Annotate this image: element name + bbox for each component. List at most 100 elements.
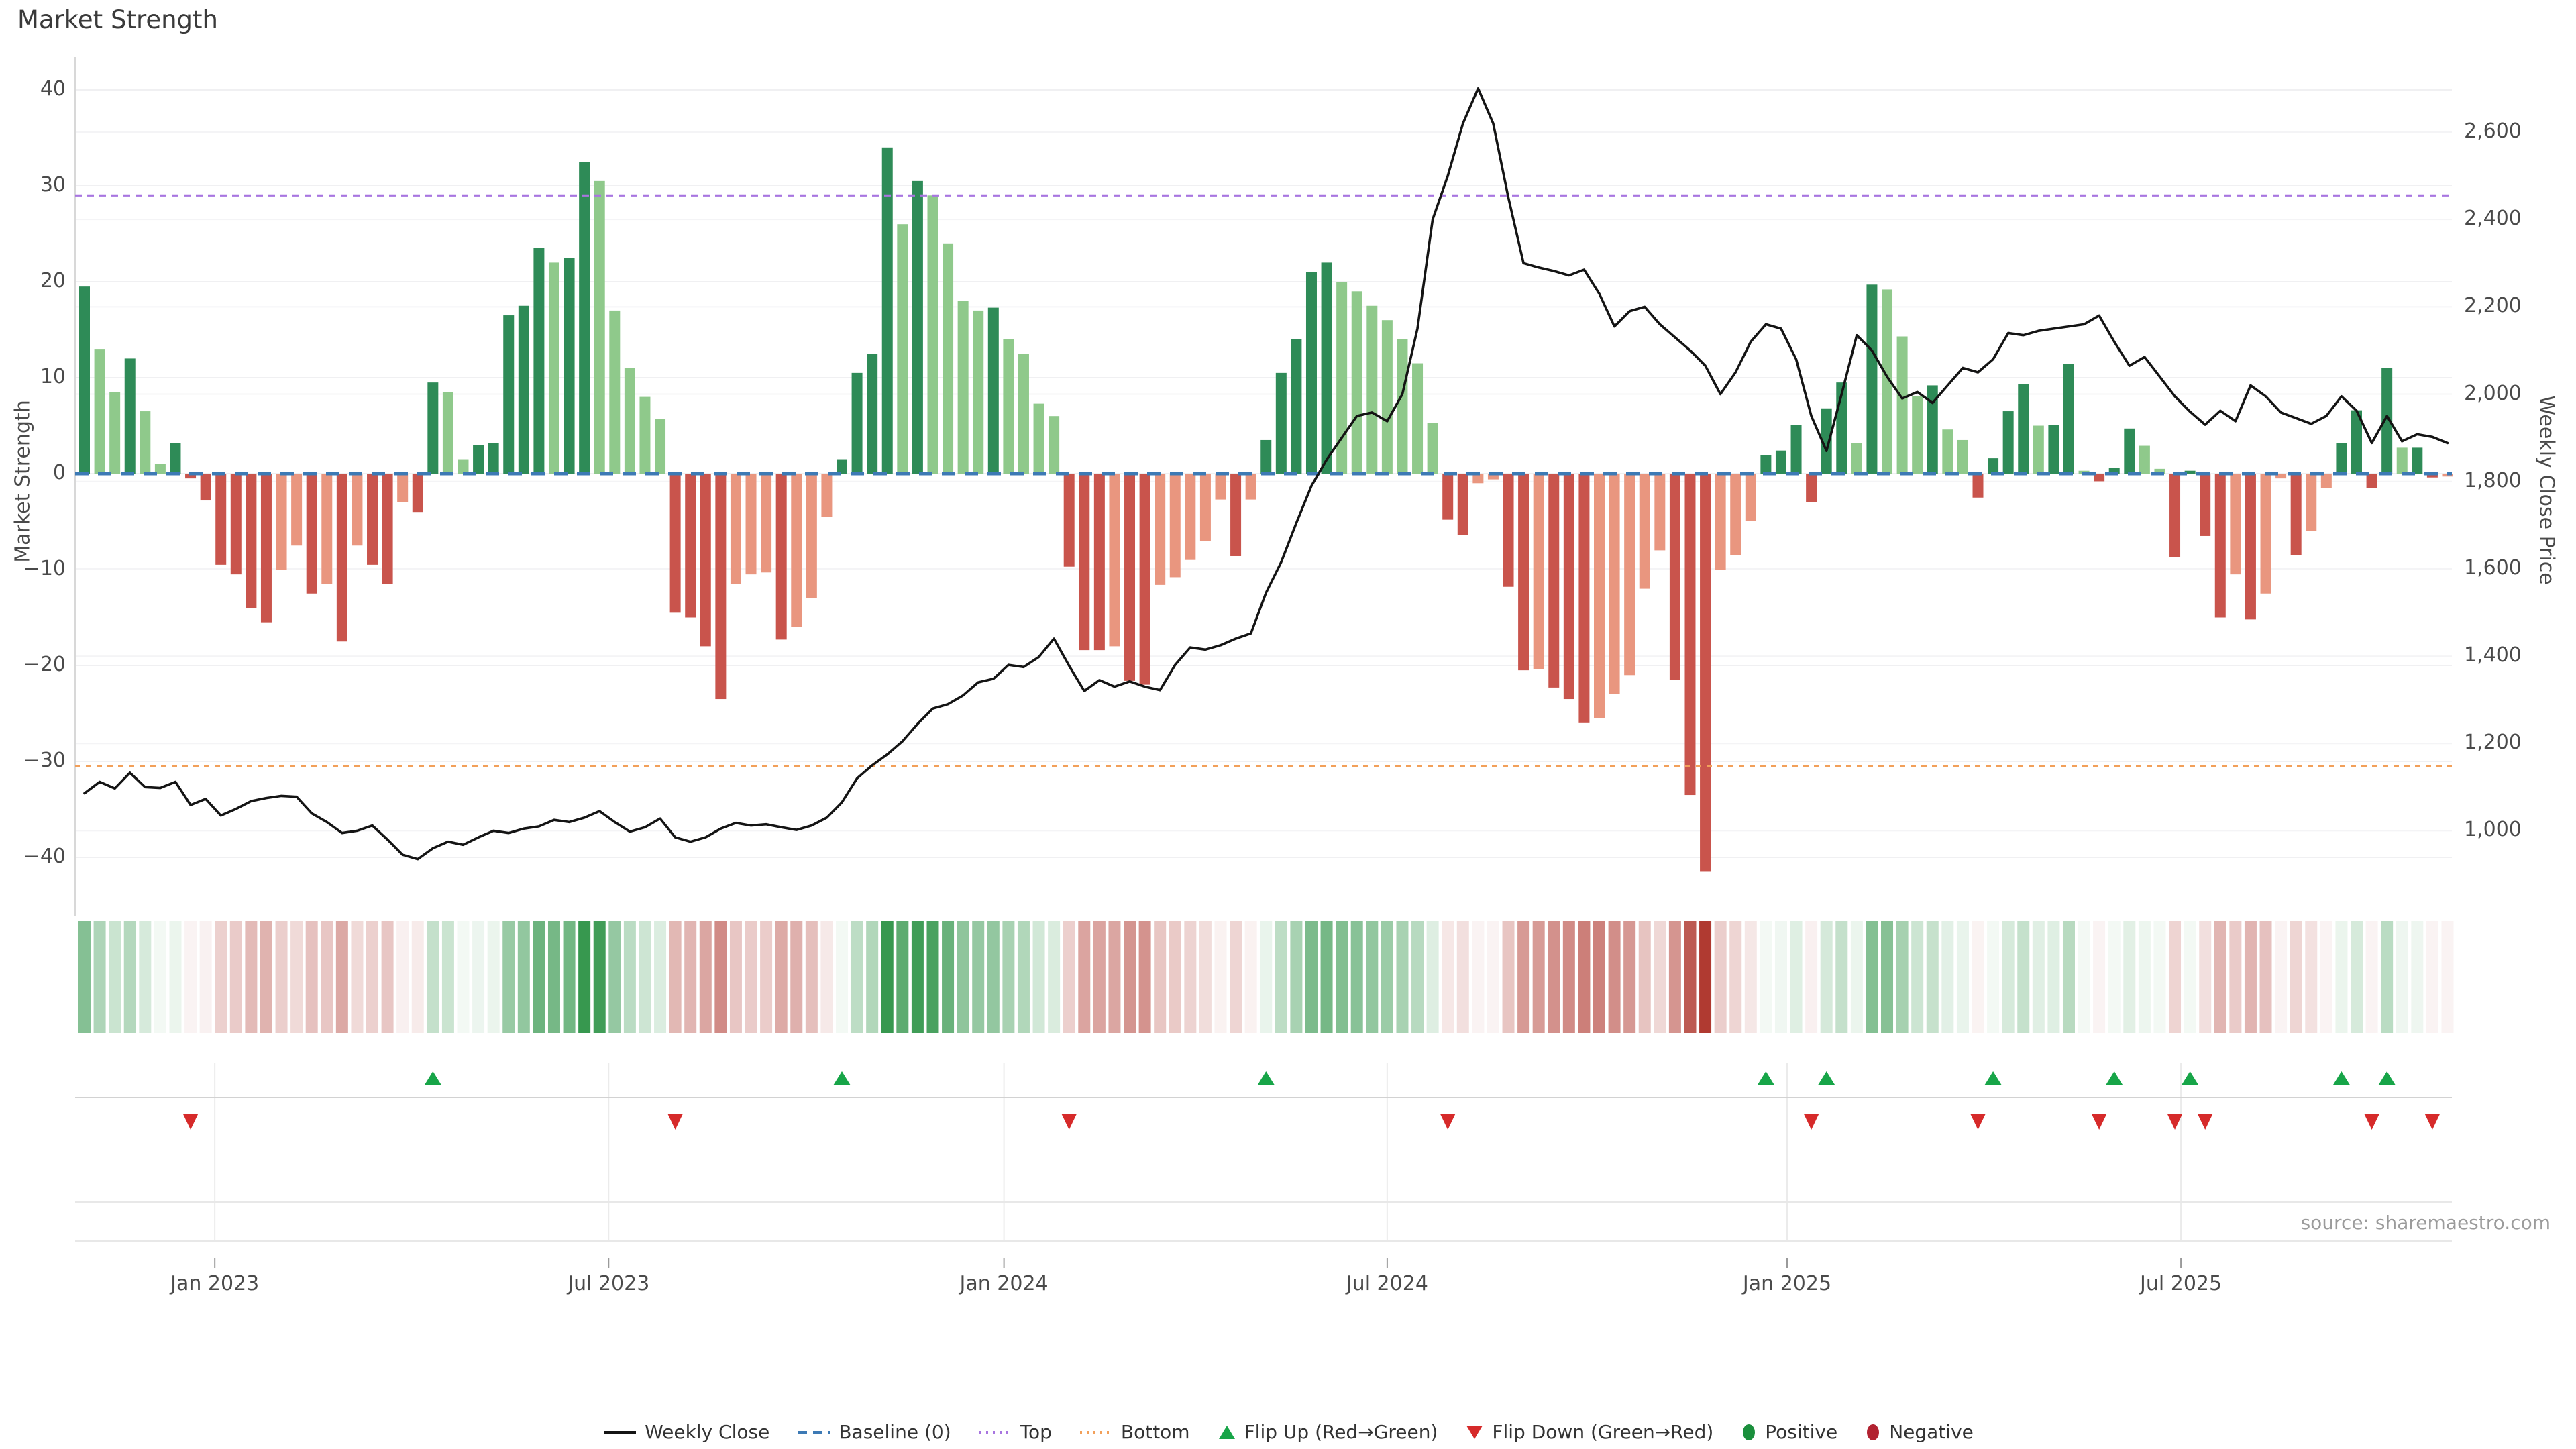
heatmap-cell bbox=[1896, 921, 1909, 1033]
legend-item: Weekly Close bbox=[602, 1421, 769, 1443]
strength-bar bbox=[533, 248, 544, 474]
strength-bar bbox=[95, 349, 105, 474]
strength-bar bbox=[367, 474, 378, 565]
heatmap-cell bbox=[2153, 921, 2165, 1033]
heatmap-cell bbox=[1639, 921, 1651, 1033]
flip-up-marker bbox=[1818, 1071, 1835, 1085]
heatmap-cell bbox=[730, 921, 742, 1033]
strength-bar bbox=[639, 397, 650, 474]
heatmap-cell bbox=[608, 921, 621, 1033]
strength-axis-tick-label: −10 bbox=[5, 557, 66, 580]
heatmap-cell bbox=[366, 921, 378, 1033]
heatmap-cell bbox=[472, 921, 484, 1033]
heatmap-cell bbox=[1775, 921, 1787, 1033]
heatmap-cell bbox=[1124, 921, 1136, 1033]
heatmap-cell bbox=[972, 921, 984, 1033]
heatmap-cell bbox=[1517, 921, 1529, 1033]
strength-bar bbox=[215, 474, 226, 565]
legend-item-label: Flip Up (Red→Green) bbox=[1244, 1421, 1438, 1443]
heatmap-cell bbox=[533, 921, 545, 1033]
heatmap-cell bbox=[1927, 921, 1939, 1033]
strength-bar bbox=[382, 474, 393, 584]
legend-item-label: Baseline (0) bbox=[839, 1421, 951, 1443]
heatmap-cell bbox=[1472, 921, 1484, 1033]
heatmap-cell bbox=[1366, 921, 1378, 1033]
strength-bar bbox=[1518, 474, 1529, 670]
heatmap-cell bbox=[594, 921, 606, 1033]
legend-item-label: Negative bbox=[1889, 1421, 1974, 1443]
strength-bar bbox=[1140, 474, 1150, 685]
heatmap-cell bbox=[1745, 921, 1757, 1033]
heatmap-cell bbox=[1790, 921, 1803, 1033]
legend-item-label: Bottom bbox=[1121, 1421, 1190, 1443]
strength-bar bbox=[1912, 396, 1923, 474]
heatmap-cell bbox=[700, 921, 712, 1033]
source-attribution: source: sharemaestro.com bbox=[2301, 1212, 2551, 1234]
strength-bar bbox=[2336, 443, 2347, 474]
legend-item: Baseline (0) bbox=[796, 1421, 951, 1443]
strength-bar bbox=[1578, 474, 1589, 723]
strength-bar bbox=[2245, 474, 2256, 619]
strength-bar bbox=[700, 474, 711, 646]
heatmap-cell bbox=[926, 921, 938, 1033]
heatmap-cell bbox=[2184, 921, 2196, 1033]
strength-bar bbox=[2200, 474, 2210, 536]
strength-bar bbox=[2169, 474, 2180, 557]
heatmap-cell bbox=[806, 921, 818, 1033]
flip-up-marker bbox=[2378, 1071, 2396, 1085]
strength-bar bbox=[458, 460, 469, 474]
strength-bar bbox=[685, 474, 696, 618]
strength-bar bbox=[1806, 474, 1817, 502]
strength-bar bbox=[943, 244, 953, 474]
strength-bar bbox=[973, 311, 983, 474]
strength-bar bbox=[1428, 423, 1438, 474]
strength-bar bbox=[988, 308, 999, 474]
strength-bar bbox=[1170, 474, 1181, 577]
strength-bar bbox=[2033, 426, 2044, 474]
heatmap-cell bbox=[639, 921, 651, 1033]
heatmap-cell bbox=[2033, 921, 2045, 1033]
heatmap-cell bbox=[245, 921, 257, 1033]
strength-bar bbox=[2412, 447, 2422, 474]
heatmap-cell bbox=[1351, 921, 1363, 1033]
strength-bar bbox=[1109, 474, 1120, 646]
flip-up-marker bbox=[1757, 1071, 1774, 1085]
heatmap-cell bbox=[684, 921, 696, 1033]
heatmap-cell bbox=[427, 921, 439, 1033]
strength-bar bbox=[337, 474, 347, 641]
strength-bar bbox=[1715, 474, 1726, 570]
price-axis-tick-label: 2,000 bbox=[2464, 382, 2522, 405]
price-axis-tick-label: 1,800 bbox=[2464, 469, 2522, 492]
flip-down-marker bbox=[2198, 1114, 2212, 1130]
strength-bar bbox=[1776, 451, 1786, 474]
heatmap-cell bbox=[548, 921, 560, 1033]
flip-down-marker bbox=[1062, 1114, 1077, 1130]
heatmap-cell bbox=[896, 921, 908, 1033]
heatmap-cell bbox=[1169, 921, 1181, 1033]
heatmap-cell bbox=[1548, 921, 1560, 1033]
strength-axis-tick-label: 20 bbox=[5, 269, 66, 292]
flip-up-triangle-icon bbox=[1217, 1424, 1237, 1441]
strength-bar bbox=[1534, 474, 1544, 669]
heatmap-cell bbox=[442, 921, 454, 1033]
strength-bar bbox=[731, 474, 741, 584]
strength-bar bbox=[321, 474, 332, 584]
x-axis-tick-label: Jan 2023 bbox=[141, 1272, 288, 1295]
heatmap-cell bbox=[2017, 921, 2029, 1033]
x-axis-tick-label: Jul 2024 bbox=[1313, 1272, 1461, 1295]
heatmap-cell bbox=[1609, 921, 1621, 1033]
strength-bar bbox=[276, 474, 287, 570]
heatmap-cell bbox=[1593, 921, 1605, 1033]
heatmap-cell bbox=[1063, 921, 1075, 1033]
strength-bar bbox=[852, 373, 863, 474]
heatmap-cell bbox=[1669, 921, 1681, 1033]
top-dotted-line-icon bbox=[978, 1424, 1013, 1441]
strength-bar bbox=[958, 301, 969, 474]
flip-up-marker bbox=[2332, 1071, 2350, 1085]
heatmap-cell bbox=[1018, 921, 1030, 1033]
heatmap-cell bbox=[2139, 921, 2151, 1033]
heatmap-cell bbox=[139, 921, 151, 1033]
strength-bar bbox=[1200, 474, 1211, 541]
negative-dot-icon bbox=[1864, 1422, 1882, 1442]
strength-bar bbox=[1654, 474, 1665, 550]
